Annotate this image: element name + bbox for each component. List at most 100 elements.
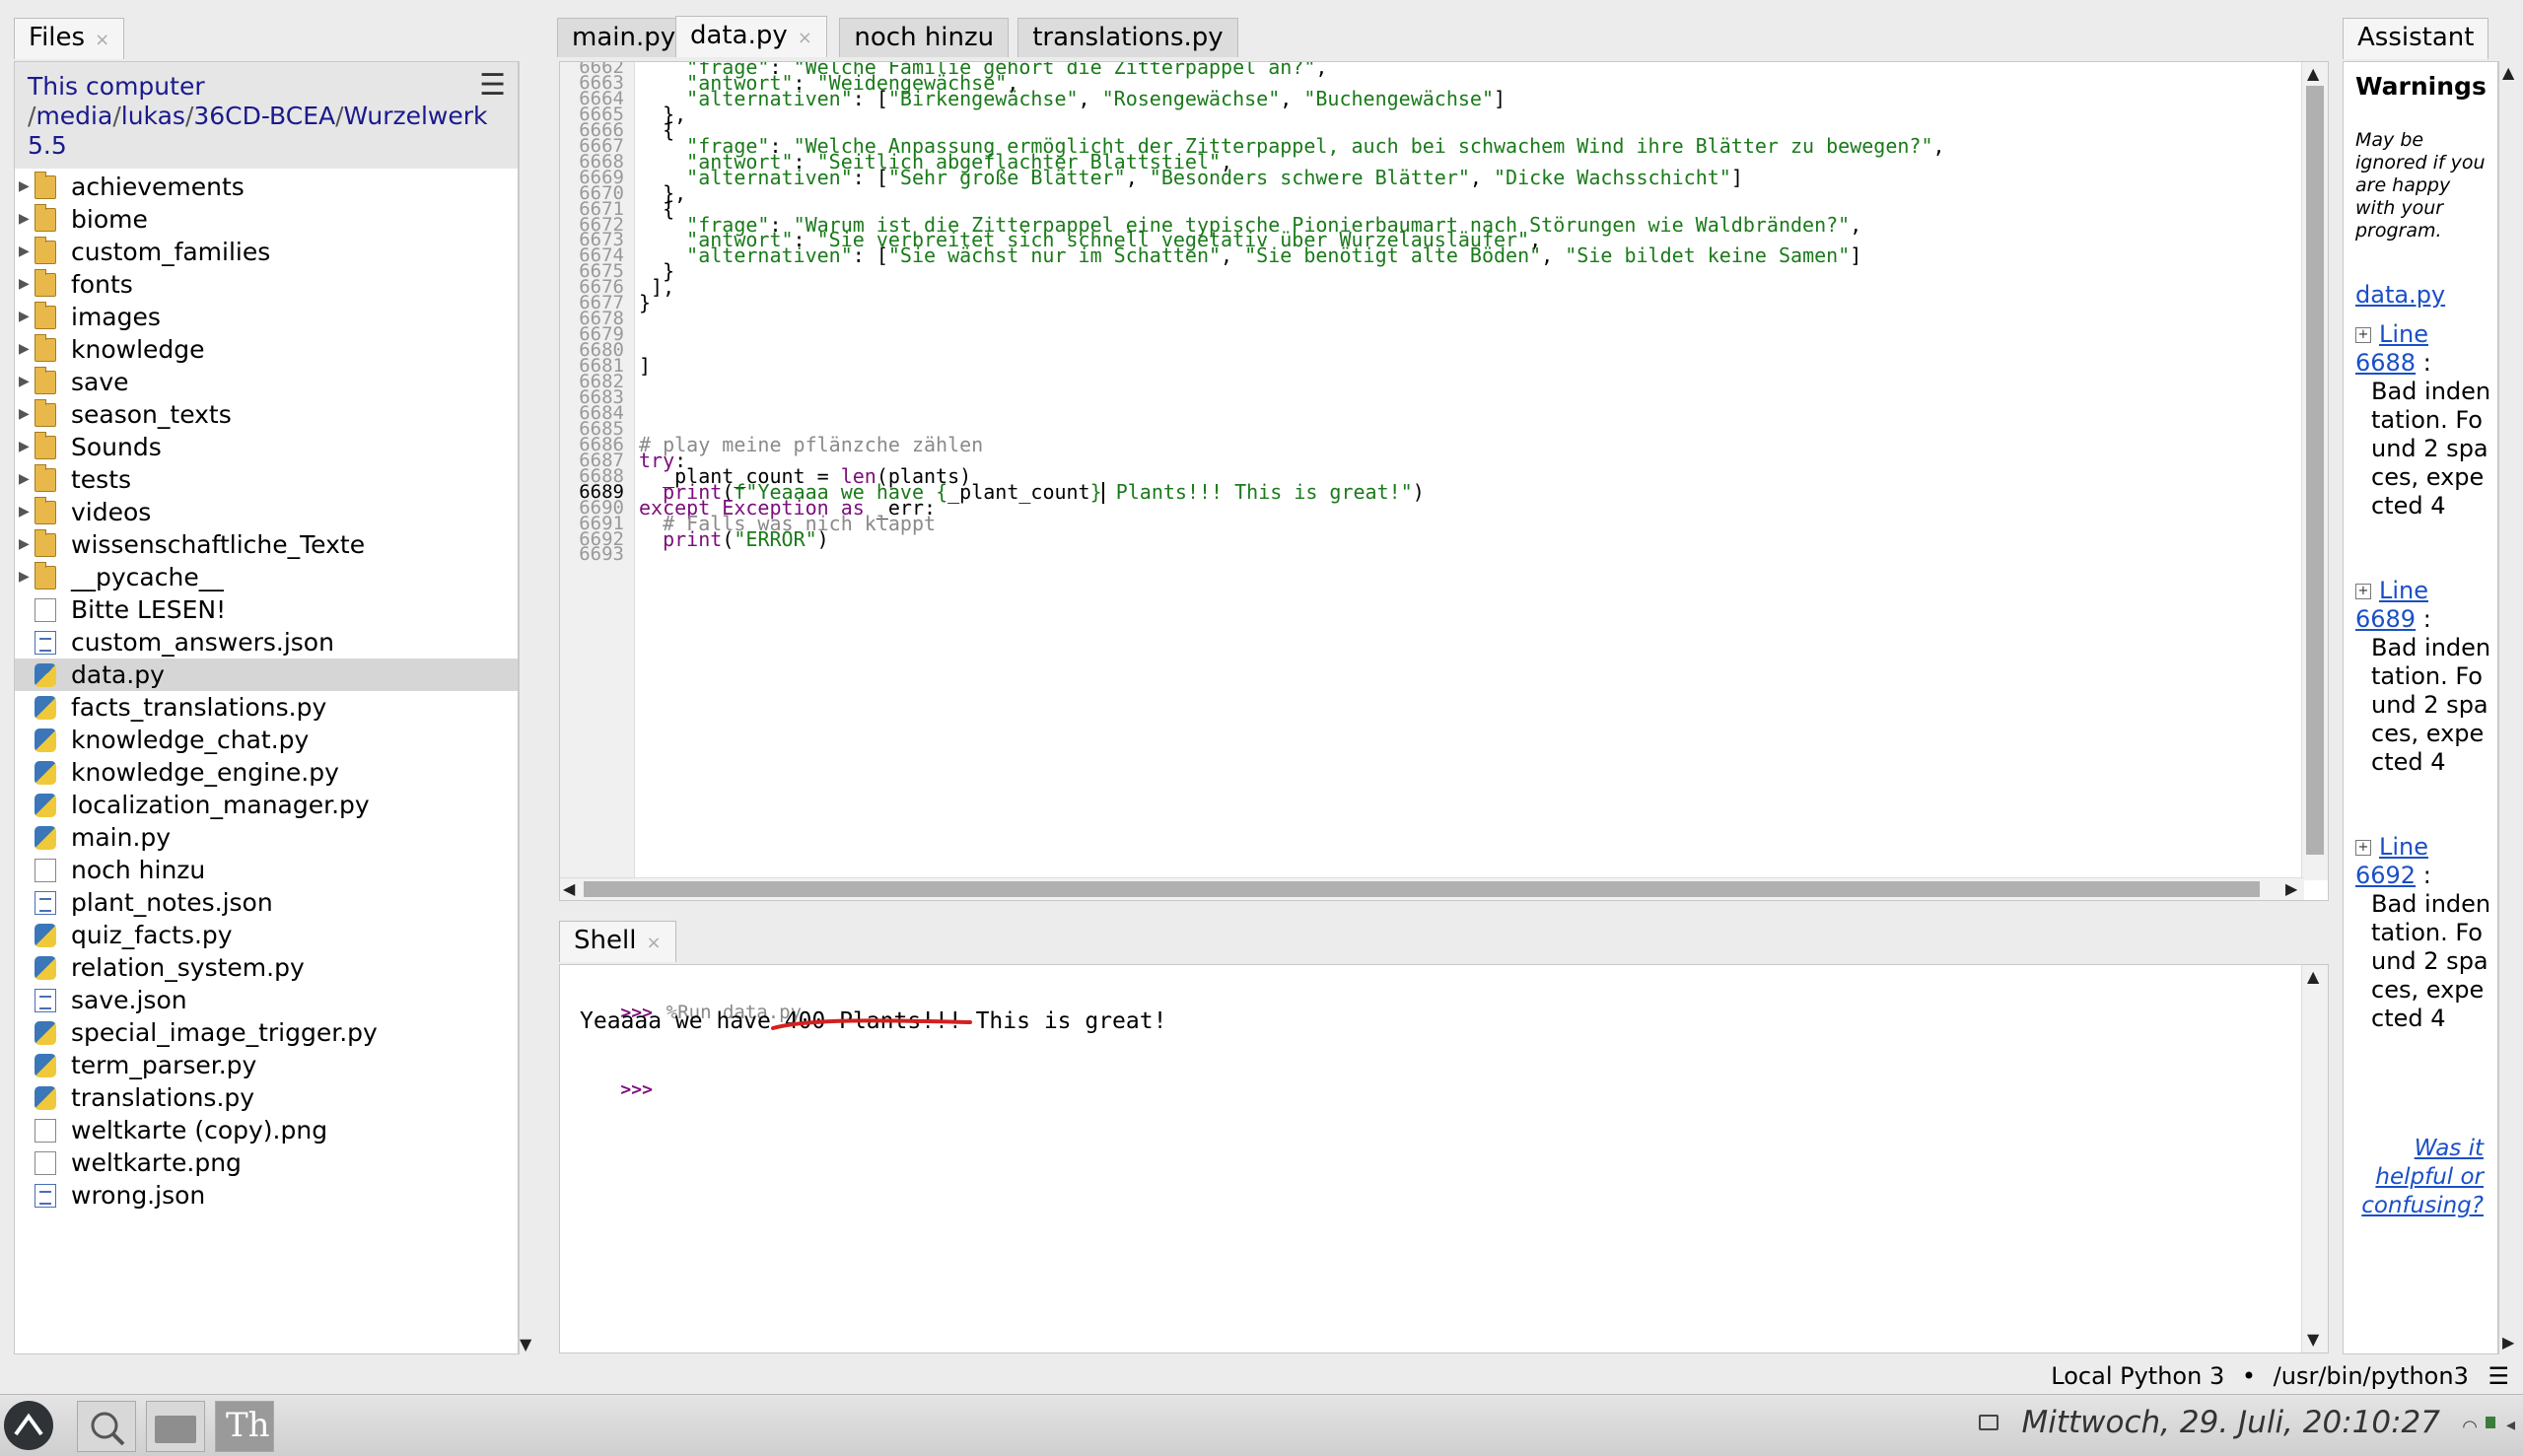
battery-icon[interactable] bbox=[2486, 1417, 2495, 1428]
scroll-left-icon[interactable]: ◀ bbox=[563, 879, 575, 898]
expand-arrow-icon[interactable]: ▶ bbox=[19, 203, 30, 236]
search-app-icon[interactable] bbox=[77, 1401, 136, 1452]
file-list-item[interactable]: ▶ tests bbox=[15, 463, 518, 496]
expand-arrow-icon[interactable]: ▶ bbox=[19, 236, 30, 268]
tab-shell[interactable]: Shell × bbox=[559, 921, 676, 962]
keyboard-icon[interactable] bbox=[1979, 1415, 1998, 1430]
shell-input-line[interactable]: >>> bbox=[566, 1050, 653, 1127]
tab-noch-hinzu[interactable]: noch hinzu bbox=[839, 18, 1010, 57]
close-icon[interactable]: × bbox=[646, 933, 661, 953]
tab-translations-py[interactable]: translations.py bbox=[1017, 18, 1238, 57]
assistant-scrollbar[interactable]: ▲ ▶ bbox=[2498, 61, 2521, 1354]
expand-icon[interactable]: + bbox=[2355, 327, 2371, 343]
scroll-up-icon[interactable]: ▲ bbox=[2307, 967, 2319, 986]
file-list-item[interactable]: ▶ custom_families bbox=[15, 236, 518, 268]
scroll-down-icon[interactable]: ▼ bbox=[520, 1335, 531, 1353]
clock[interactable]: Mittwoch, 29. Juli, 20:10:27 bbox=[2022, 1405, 2441, 1440]
expand-arrow-icon[interactable]: ▶ bbox=[19, 463, 30, 496]
tab-files[interactable]: Files × bbox=[14, 18, 125, 59]
editor-horizontal-scrollbar[interactable]: ◀ ▶ bbox=[560, 877, 2304, 900]
close-icon[interactable]: × bbox=[798, 28, 812, 48]
file-list-item[interactable]: ▶ videos bbox=[15, 496, 518, 528]
expand-arrow-icon[interactable]: ▶ bbox=[19, 268, 30, 301]
file-list-item[interactable]: custom_answers.json bbox=[15, 626, 518, 659]
code-line[interactable]: "alternativen": ["Sie wächst nur im Scha… bbox=[639, 243, 1861, 267]
breadcrumb-lukas[interactable]: lukas bbox=[121, 102, 185, 130]
expand-arrow-icon[interactable]: ▶ bbox=[19, 431, 30, 463]
file-list-item[interactable]: localization_manager.py bbox=[15, 789, 518, 821]
wifi-icon[interactable]: ◠ bbox=[2462, 1417, 2478, 1437]
breadcrumb-media[interactable]: media bbox=[35, 102, 112, 130]
file-list-item[interactable]: ▶ wissenschaftliche_Texte bbox=[15, 528, 518, 561]
file-list-item[interactable]: term_parser.py bbox=[15, 1049, 518, 1081]
tab-assistant[interactable]: Assistant bbox=[2343, 18, 2489, 59]
folder-app-icon[interactable] bbox=[146, 1401, 205, 1452]
feedback-link[interactable]: Was it helpful or confusing? bbox=[2355, 1135, 2484, 1220]
breadcrumb-drive[interactable]: 36CD-BCEA bbox=[193, 102, 335, 130]
tab-data-py[interactable]: data.py × bbox=[675, 16, 827, 57]
expand-arrow-icon[interactable]: ▶ bbox=[19, 398, 30, 431]
scroll-up-icon[interactable]: ▲ bbox=[2307, 64, 2319, 83]
file-link[interactable]: data.py bbox=[2355, 281, 2445, 309]
this-computer-link[interactable]: This computer bbox=[28, 72, 205, 101]
thonny-app-icon[interactable]: Th bbox=[215, 1401, 274, 1452]
file-list-item[interactable]: ▶ __pycache__ bbox=[15, 561, 518, 593]
scroll-thumb[interactable] bbox=[584, 881, 2260, 897]
expand-icon[interactable]: + bbox=[2355, 584, 2371, 599]
status-bar[interactable]: Local Python 3 • /usr/bin/python3 ☰ bbox=[2041, 1358, 2523, 1394]
expand-icon[interactable]: + bbox=[2355, 840, 2371, 856]
shell-console[interactable]: >>> %Run data.py Yeaaaa we have 400 Plan… bbox=[559, 964, 2329, 1353]
file-list-item[interactable]: save.json bbox=[15, 984, 518, 1016]
file-list-item[interactable]: weltkarte (copy).png bbox=[15, 1114, 518, 1146]
expand-arrow-icon[interactable]: ▶ bbox=[19, 301, 30, 333]
close-icon[interactable]: × bbox=[95, 30, 109, 50]
start-menu-icon[interactable] bbox=[4, 1401, 53, 1450]
expand-arrow-icon[interactable]: ▶ bbox=[19, 528, 30, 561]
file-list-item[interactable]: Bitte LESEN! bbox=[15, 593, 518, 626]
file-list-item[interactable]: ▶ fonts bbox=[15, 268, 518, 301]
scroll-up-icon[interactable]: ▲ bbox=[2502, 63, 2514, 82]
expand-arrow-icon[interactable]: ▶ bbox=[19, 496, 30, 528]
file-list-item[interactable]: special_image_trigger.py bbox=[15, 1016, 518, 1049]
expand-arrow-icon[interactable]: ▶ bbox=[19, 171, 30, 203]
file-list-item[interactable]: relation_system.py bbox=[15, 951, 518, 984]
file-list-item[interactable]: main.py bbox=[15, 821, 518, 854]
code-line[interactable]: ] bbox=[639, 354, 651, 378]
editor-vertical-scrollbar[interactable]: ▲ bbox=[2301, 62, 2328, 880]
file-list-item[interactable]: ▶ biome bbox=[15, 203, 518, 236]
scroll-thumb[interactable] bbox=[2306, 86, 2324, 855]
code-line[interactable]: "alternativen": ["Birkengewächse", "Rose… bbox=[639, 87, 1506, 110]
scroll-right-icon[interactable]: ▶ bbox=[2285, 879, 2297, 898]
file-list-item[interactable]: knowledge_chat.py bbox=[15, 724, 518, 756]
file-list-item[interactable]: wrong.json bbox=[15, 1179, 518, 1212]
code-line[interactable]: } bbox=[639, 291, 651, 314]
tab-main-py[interactable]: main.py bbox=[557, 18, 691, 57]
shell-scrollbar[interactable]: ▲ ▼ bbox=[2301, 965, 2328, 1352]
file-list-item[interactable]: data.py bbox=[15, 659, 518, 691]
expand-arrow-icon[interactable]: ▶ bbox=[19, 366, 30, 398]
file-list-item[interactable]: translations.py bbox=[15, 1081, 518, 1114]
code-line[interactable]: print("ERROR") bbox=[639, 527, 829, 551]
expand-arrow-icon[interactable]: ▶ bbox=[19, 333, 30, 366]
file-list-item[interactable]: plant_notes.json bbox=[15, 886, 518, 919]
scroll-right-icon[interactable]: ▶ bbox=[2502, 1333, 2514, 1352]
menu-icon[interactable]: ☰ bbox=[479, 68, 506, 103]
expand-arrow-icon[interactable]: ▶ bbox=[19, 561, 30, 593]
file-list-item[interactable]: ▶ achievements bbox=[15, 171, 518, 203]
file-list-item[interactable]: ▶ images bbox=[15, 301, 518, 333]
file-list-item[interactable]: noch hinzu bbox=[15, 854, 518, 886]
file-list-item[interactable]: knowledge_engine.py bbox=[15, 756, 518, 789]
file-list-item[interactable]: ▶ save bbox=[15, 366, 518, 398]
file-list-item[interactable]: quiz_facts.py bbox=[15, 919, 518, 951]
file-list-item[interactable]: ▶ knowledge bbox=[15, 333, 518, 366]
volume-icon[interactable]: ◂ bbox=[2506, 1415, 2515, 1435]
files-scrollbar[interactable]: ▼ bbox=[519, 61, 533, 1354]
menu-icon[interactable]: ☰ bbox=[2488, 1362, 2509, 1390]
scroll-down-icon[interactable]: ▼ bbox=[2307, 1330, 2319, 1349]
code-line[interactable]: "alternativen": ["Sehr große Blätter", "… bbox=[639, 166, 1743, 189]
file-list-item[interactable]: facts_translations.py bbox=[15, 691, 518, 724]
file-list-item[interactable]: ▶ Sounds bbox=[15, 431, 518, 463]
code-editor[interactable]: 6662 6663 6664 6665 6666 6667 6668 6669 6670 6671… bbox=[559, 61, 2329, 901]
file-list-item[interactable]: ▶ season_texts bbox=[15, 398, 518, 431]
file-list-item[interactable]: weltkarte.png bbox=[15, 1146, 518, 1179]
